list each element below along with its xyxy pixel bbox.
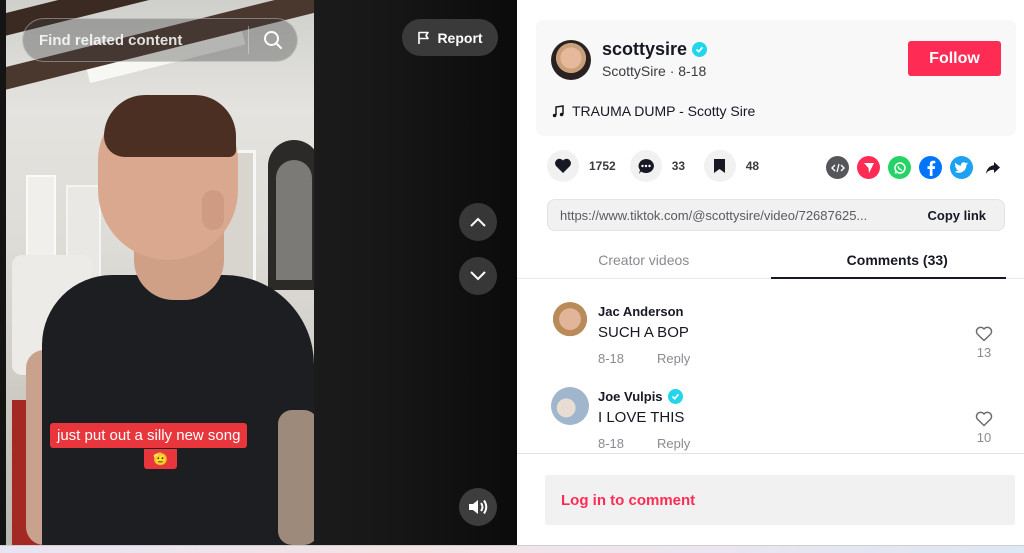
tab-creator-videos[interactable]: Creator videos [517, 243, 771, 278]
more-share-button[interactable] [981, 156, 1004, 179]
whatsapp-icon [893, 161, 906, 174]
copy-link-button[interactable]: Copy link [909, 208, 1004, 223]
commenter-avatar[interactable] [551, 387, 589, 425]
comment-list[interactable]: Jac Anderson SUCH A BOP 8-18 Reply 13 Jo… [517, 280, 1024, 454]
embed-button[interactable] [826, 156, 849, 179]
verified-badge-icon [667, 389, 683, 404]
tiktok-video-page: Report just put out a silly new song 🫡 s… [0, 0, 1024, 553]
like-count: 1752 [589, 159, 616, 173]
send-icon [863, 162, 874, 173]
save-count: 48 [745, 159, 760, 173]
tab-comments[interactable]: Comments (33) [770, 243, 1024, 279]
report-button[interactable]: Report [402, 19, 498, 56]
previous-video-button[interactable] [459, 203, 497, 241]
twitter-icon [954, 161, 968, 173]
comment-text: I LOVE THIS [598, 409, 685, 426]
follow-button[interactable]: Follow [908, 41, 1001, 76]
music-link[interactable]: TRAUMA DUMP - Scotty Sire [552, 103, 755, 119]
share-icons [826, 156, 1004, 179]
comment-action[interactable]: 33 [629, 150, 690, 182]
video-player[interactable]: Report just put out a silly new song 🫡 [0, 0, 517, 545]
like-action[interactable]: 1752 [547, 150, 616, 182]
whatsapp-share-button[interactable] [888, 156, 911, 179]
music-title: TRAUMA DUMP - Scotty Sire [572, 103, 756, 119]
author-avatar[interactable] [551, 40, 591, 80]
bookmark-icon [714, 159, 726, 173]
volume-button[interactable] [459, 488, 497, 526]
reply-button[interactable]: Reply [657, 351, 690, 366]
cabinet-glass [276, 160, 312, 280]
comment-icon [638, 158, 654, 174]
commenter-row: Jac Anderson [598, 304, 684, 319]
verified-badge-icon [692, 42, 708, 57]
caption-emoji: 🫡 [144, 449, 177, 469]
flag-icon [418, 31, 430, 44]
facebook-icon [927, 160, 935, 176]
embed-icon [830, 163, 845, 172]
search-icon [264, 31, 282, 49]
author-subline: ScottySire · 8-18 [602, 63, 707, 79]
video-link-box: https://www.tiktok.com/@scottysire/video… [547, 199, 1005, 231]
comment-like-button[interactable]: 10 [975, 411, 993, 445]
person-hair [104, 95, 236, 157]
comment-date: 8-18 [598, 351, 625, 366]
login-prompt: Log in to comment [561, 491, 696, 509]
person-shirt [42, 275, 314, 545]
report-label: Report [437, 29, 483, 46]
video-url[interactable]: https://www.tiktok.com/@scottysire/video… [548, 208, 909, 223]
comment-meta: 8-18 Reply [598, 351, 690, 366]
comment-count: 33 [671, 159, 686, 173]
save-action[interactable]: 48 [703, 150, 764, 182]
comment-meta: 8-18 Reply [598, 436, 690, 451]
details-panel: scottysire ScottySire · 8-18 Follow TRAU… [517, 0, 1024, 545]
music-note-icon [552, 104, 564, 117]
comment-text: SUCH A BOP [598, 324, 689, 341]
content-tabs: Creator videos Comments (33) [517, 243, 1024, 279]
os-taskbar-edge [0, 545, 1024, 553]
commenter-name[interactable]: Jac Anderson [598, 304, 684, 319]
comment-like-count: 13 [976, 345, 992, 360]
reply-button[interactable]: Reply [657, 436, 690, 451]
comment-date: 8-18 [598, 436, 625, 451]
commenter-row: Joe Vulpis [598, 389, 683, 404]
share-arrow-icon [985, 161, 1000, 174]
username-row: scottysire [602, 39, 708, 60]
chevron-up-icon [470, 217, 486, 227]
related-search-input[interactable] [23, 19, 248, 61]
facebook-share-button[interactable] [919, 156, 942, 179]
comment-like-button[interactable]: 13 [975, 326, 993, 360]
author-card: scottysire ScottySire · 8-18 Follow TRAU… [536, 20, 1016, 136]
related-search-bar[interactable] [22, 18, 298, 62]
commenter-avatar[interactable] [551, 302, 589, 340]
video-caption: just put out a silly new song [50, 423, 248, 448]
next-video-button[interactable] [459, 257, 497, 295]
action-bar: 1752 33 48 [547, 150, 778, 182]
comment-like-count: 10 [976, 430, 992, 445]
twitter-share-button[interactable] [950, 156, 973, 179]
heart-outline-icon [975, 411, 993, 427]
volume-icon [469, 499, 488, 515]
heart-outline-icon [975, 326, 993, 342]
author-username[interactable]: scottysire [602, 39, 687, 60]
chevron-down-icon [470, 271, 486, 281]
commenter-name[interactable]: Joe Vulpis [598, 389, 663, 404]
heart-icon [555, 158, 571, 173]
send-to-friends-button[interactable] [857, 156, 880, 179]
person-ear [202, 190, 224, 230]
login-to-comment-button[interactable]: Log in to comment [545, 475, 1015, 525]
person-arm [278, 410, 314, 545]
search-button[interactable] [249, 19, 297, 61]
